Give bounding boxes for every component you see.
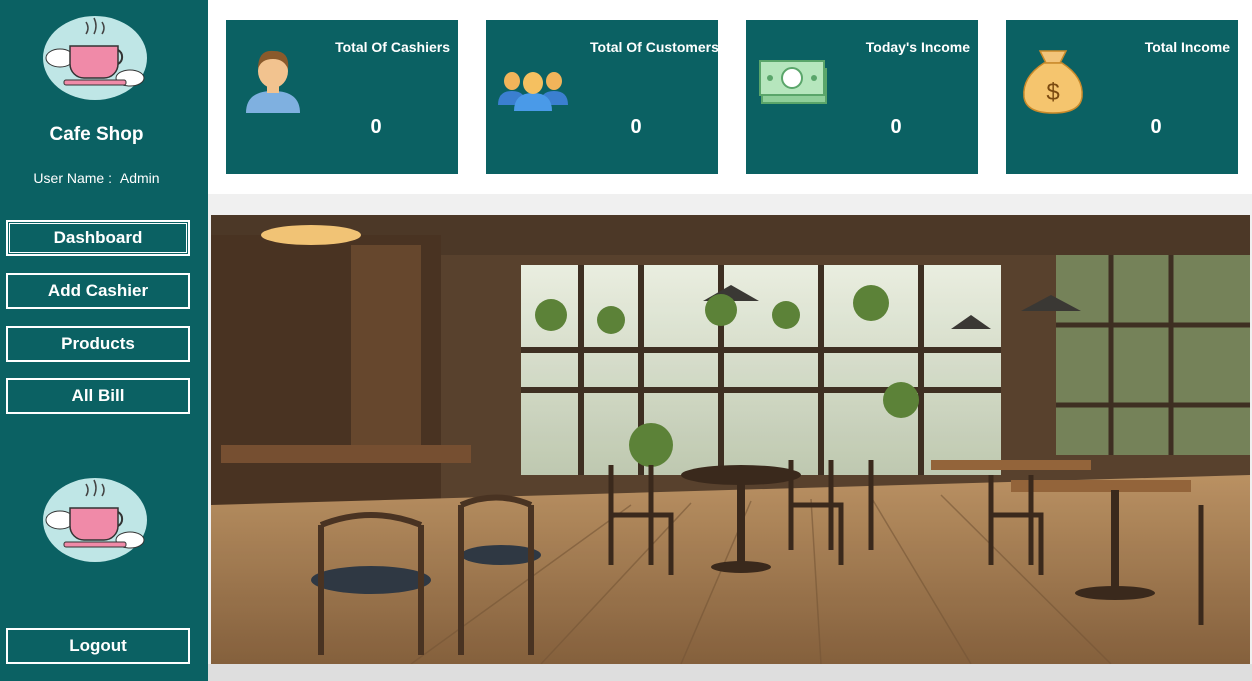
app-brand-title: Cafe Shop xyxy=(49,124,144,145)
stat-title: Total Of Cashiers xyxy=(335,39,450,55)
stat-title: Today's Income xyxy=(865,39,970,55)
user-info: User Name : Admin xyxy=(0,170,193,186)
stat-card-cashiers: Total Of Cashiers 0 xyxy=(226,20,458,174)
content-footer-strip xyxy=(208,664,1252,681)
sidebar: Cafe Shop User Name : Admin Dashboard Ad… xyxy=(0,0,208,681)
customers-group-icon xyxy=(498,72,568,111)
user-name-label: User Name : xyxy=(33,170,112,186)
all-bill-button[interactable]: All Bill xyxy=(6,378,190,414)
add-cashier-button[interactable]: Add Cashier xyxy=(6,273,190,309)
money-bag-icon: $ xyxy=(1023,50,1083,114)
stat-value: 0 xyxy=(890,116,902,138)
cashier-person-icon xyxy=(246,50,300,113)
stat-card-total-income: $ Total Income 0 xyxy=(1006,20,1238,174)
stat-card-today-income: Today's Income 0 xyxy=(746,20,978,174)
logout-button[interactable]: Logout xyxy=(6,628,190,664)
coffee-cup-logo-icon xyxy=(43,16,147,100)
stat-card-customers: Total Of Customers 0 xyxy=(486,20,718,174)
stat-value: 0 xyxy=(630,116,642,138)
cash-bill-icon xyxy=(759,60,827,104)
stat-title: Total Of Customers xyxy=(590,39,718,55)
stat-value: 0 xyxy=(1150,116,1162,138)
stats-bar: Total Of Cashiers 0 Total Of Customers 0… xyxy=(208,0,1252,194)
svg-text:$: $ xyxy=(1046,79,1059,106)
stat-value: 0 xyxy=(370,116,382,138)
products-button[interactable]: Products xyxy=(6,326,190,362)
coffee-cup-logo-icon xyxy=(43,478,147,562)
dashboard-button[interactable]: Dashboard xyxy=(6,220,190,256)
user-name-value: Admin xyxy=(119,170,160,186)
cafe-interior-image xyxy=(211,215,1250,664)
stat-title: Total Income xyxy=(1144,39,1230,55)
